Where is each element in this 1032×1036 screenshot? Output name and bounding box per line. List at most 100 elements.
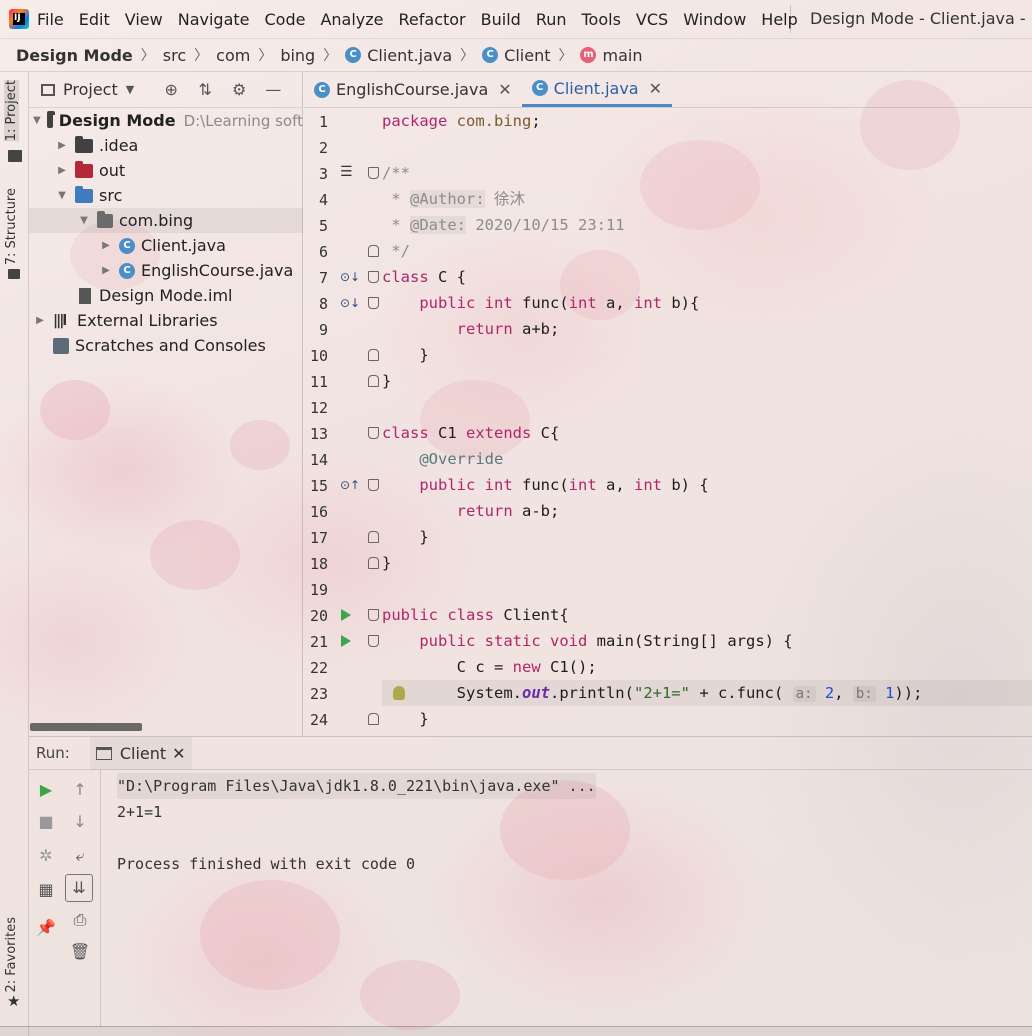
menu-analyze[interactable]: Analyze (320, 10, 383, 29)
tree-item-scratches[interactable]: Scratches and Consoles (29, 333, 303, 358)
horizontal-scrollbar[interactable] (30, 723, 142, 731)
overridden-icon[interactable]: ⊙↓ (340, 296, 360, 310)
tab-project-tool[interactable]: 1: Project (4, 80, 19, 142)
breadcrumb-bing[interactable]: bing (280, 46, 315, 65)
menu-edit[interactable]: Edit (79, 10, 110, 29)
tree-item-root[interactable]: ▼ Design Mode D:\Learning soft (29, 108, 303, 133)
breadcrumb-class-label: Client (504, 45, 551, 65)
fold-end-icon[interactable] (368, 531, 379, 543)
tab-client[interactable]: C Client.java ✕ (521, 72, 672, 107)
tree-item-idea[interactable]: ▶ .idea (29, 133, 303, 158)
chevron-down-icon[interactable]: ▼ (33, 115, 41, 126)
chevron-down-icon[interactable]: ▼ (126, 83, 134, 96)
breadcrumb-src[interactable]: src (163, 46, 186, 65)
fold-end-icon[interactable] (368, 713, 379, 725)
menu-window[interactable]: Window (683, 10, 746, 29)
fold-end-icon[interactable] (368, 375, 379, 387)
fold-end-icon[interactable] (368, 349, 379, 361)
chevron-right-icon[interactable]: ▶ (55, 140, 69, 151)
chevron-right-icon[interactable]: ▶ (55, 165, 69, 176)
fold-toggle-icon[interactable] (368, 427, 379, 439)
breadcrumb-project[interactable]: Design Mode (16, 46, 133, 65)
close-icon[interactable]: ✕ (498, 80, 511, 99)
stop-icon[interactable]: ■ (35, 812, 57, 831)
fold-toggle-icon[interactable] (368, 635, 379, 647)
chevron-right-icon[interactable]: ▶ (99, 240, 113, 251)
fold-end-icon[interactable] (368, 245, 379, 257)
breadcrumb-com[interactable]: com (216, 46, 250, 65)
menu-code[interactable]: Code (265, 10, 306, 29)
code-line-22: C c = new C1(); (456, 658, 597, 676)
run-gutter-icon[interactable] (341, 635, 351, 647)
menu-file[interactable]: File (37, 10, 64, 29)
tree-item-package[interactable]: ▼ com.bing (29, 208, 303, 233)
tab-structure-tool[interactable]: 7: Structure (4, 188, 19, 265)
breadcrumb-file[interactable]: C Client.java (345, 46, 452, 65)
fold-toggle-icon[interactable] (368, 297, 379, 309)
fold-end-icon[interactable] (368, 557, 379, 569)
tree-item-client[interactable]: ▶ C Client.java (29, 233, 303, 258)
pin-icon[interactable]: 📌 (35, 918, 57, 937)
chevron-down-icon[interactable]: ▼ (77, 215, 91, 226)
console-output[interactable]: "D:\Program Files\Java\jdk1.8.0_221\bin\… (117, 773, 596, 877)
code-line-6: */ (382, 242, 410, 260)
rerun-icon[interactable]: ▶ (35, 780, 57, 799)
scroll-to-end-icon[interactable]: ⇊ (65, 874, 93, 902)
minimize-icon[interactable]: — (264, 80, 282, 99)
java-class-icon: C (119, 262, 135, 279)
run-tab-client[interactable]: Client ✕ (89, 736, 192, 770)
fold-toggle-icon[interactable] (368, 167, 379, 179)
menu-tools[interactable]: Tools (582, 10, 621, 29)
menu-navigate[interactable]: Navigate (178, 10, 250, 29)
code-area[interactable]: package com.bing; /** * @Author: 徐沐 * @D… (382, 108, 1032, 736)
run-gutter-icon[interactable] (341, 609, 351, 621)
chevron-right-icon[interactable]: ▶ (99, 265, 113, 276)
fold-toggle-icon[interactable] (368, 271, 379, 283)
gear-icon[interactable]: ⚙ (230, 80, 248, 99)
menu-view[interactable]: View (125, 10, 163, 29)
breadcrumb-class[interactable]: C Client (482, 46, 550, 65)
line-number: 4 (318, 191, 328, 209)
soft-wrap-icon[interactable]: ⤶ (69, 846, 91, 866)
menu-help[interactable]: Help (761, 10, 797, 29)
render-doc-icon[interactable]: ☰ (340, 164, 353, 180)
chevron-right-icon[interactable]: ▶ (33, 315, 47, 326)
code-line-5: * @Date: 2020/10/15 23:11 (382, 216, 625, 234)
trash-icon[interactable]: 🗑 (69, 942, 91, 961)
tab-englishcourse[interactable]: C EnglishCourse.java ✕ (304, 72, 522, 107)
locate-icon[interactable]: ⊕ (162, 80, 180, 99)
menu-build[interactable]: Build (481, 10, 521, 29)
layout-icon[interactable]: ▦ (35, 880, 57, 899)
menu-refactor[interactable]: Refactor (399, 10, 466, 29)
close-icon[interactable]: ✕ (172, 744, 185, 763)
line-number: 17 (309, 529, 328, 547)
overrides-icon[interactable]: ⊙↑ (340, 478, 360, 492)
menu-bar: IJ File Edit View Navigate Code Analyze … (0, 0, 1032, 38)
chevron-down-icon[interactable]: ▼ (55, 190, 69, 201)
tree-item-src[interactable]: ▼ src (29, 183, 303, 208)
package-icon (97, 210, 113, 228)
fold-toggle-icon[interactable] (368, 609, 379, 621)
fold-toggle-icon[interactable] (368, 479, 379, 491)
line-number: 22 (309, 659, 328, 677)
arrow-down-icon[interactable]: ↓ (69, 812, 91, 831)
tree-item-external-libraries[interactable]: ▶ |||l External Libraries (29, 308, 303, 333)
menu-vcs[interactable]: VCS (636, 10, 668, 29)
code-line-20: public class Client{ (382, 606, 569, 624)
breadcrumb-method-label: main (602, 45, 643, 65)
close-icon[interactable]: ✕ (649, 79, 662, 98)
tree-item-out[interactable]: ▶ out (29, 158, 303, 183)
restore-layout-icon[interactable]: ✲ (35, 846, 57, 865)
project-panel-title[interactable]: Project (63, 80, 118, 99)
arrow-up-icon[interactable]: ↑ (69, 780, 91, 799)
menu-run[interactable]: Run (536, 10, 567, 29)
tree-item-iml[interactable]: Design Mode.iml (29, 283, 303, 308)
overridden-icon[interactable]: ⊙↓ (340, 270, 360, 284)
collapse-all-icon[interactable]: ⇅ (196, 80, 214, 99)
print-icon[interactable]: ⎙ (69, 910, 91, 930)
line-number: 11 (309, 373, 328, 391)
tree-item-english[interactable]: ▶ C EnglishCourse.java (29, 258, 303, 283)
tab-favorites-tool[interactable]: 2: Favorites (4, 917, 19, 993)
breadcrumb-method[interactable]: m main (580, 46, 642, 65)
